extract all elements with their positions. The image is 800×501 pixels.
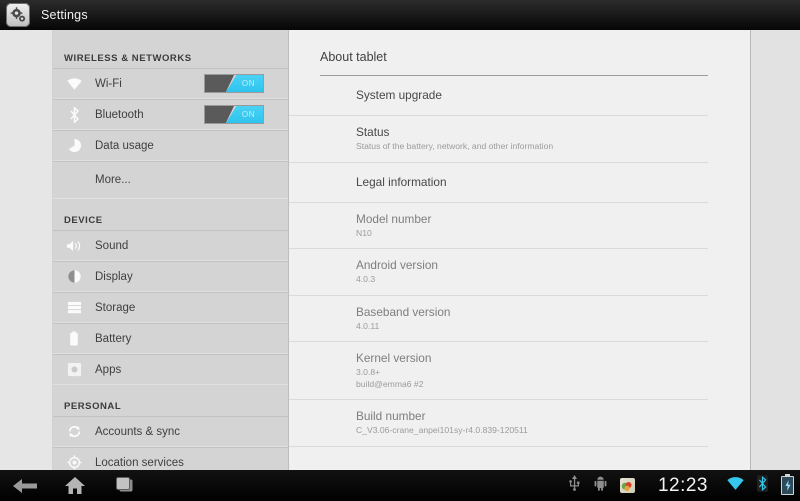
item-value: N10 — [356, 227, 372, 238]
battery-charging-icon — [781, 474, 794, 495]
item-title: Android version — [356, 258, 438, 272]
content-item-status[interactable]: Status Status of the battery, network, a… — [289, 116, 708, 163]
bluetooth-status-icon — [757, 474, 768, 497]
home-icon — [65, 477, 85, 494]
sidebar-section-header-wireless: WIRELESS & NETWORKS — [64, 53, 192, 64]
item-title: Kernel version — [356, 351, 432, 365]
sidebar-item-label: Apps — [95, 363, 122, 376]
item-title: Build number — [356, 409, 426, 423]
sidebar-item-battery[interactable]: Battery — [53, 323, 288, 354]
back-arrow-icon — [13, 478, 37, 493]
wifi-icon — [63, 77, 85, 90]
sidebar-item-label: Wi-Fi — [95, 77, 122, 90]
sidebar-item-label: Bluetooth — [95, 108, 144, 121]
item-title: Status — [356, 125, 390, 139]
content-item-system-upgrade[interactable]: System upgrade — [289, 76, 708, 116]
item-value: 4.0.3 — [356, 274, 376, 284]
sidebar-item-label: Data usage — [95, 139, 154, 152]
sidebar-item-more[interactable]: More... — [53, 161, 288, 199]
bluetooth-icon — [63, 106, 85, 123]
android-settings-screen: Settings WIRELESS & NETWORKS Wi-Fi ON Bl… — [0, 0, 800, 501]
recents-button[interactable] — [100, 470, 150, 501]
data-usage-icon — [63, 138, 85, 153]
usb-icon — [568, 475, 581, 496]
sidebar-item-label: Battery — [95, 332, 132, 345]
sound-icon — [63, 239, 85, 253]
settings-sidebar[interactable]: WIRELESS & NETWORKS Wi-Fi ON Bluetooth O… — [53, 30, 289, 470]
sync-icon — [63, 424, 85, 439]
recent-apps-icon — [116, 477, 133, 492]
sidebar-item-label: Display — [95, 270, 133, 283]
item-title: Baseband version — [356, 304, 451, 319]
sidebar-item-storage[interactable]: Storage — [53, 292, 288, 323]
item-value: C_V3.06-crane_anpei101sy-r4.0.839-120511 — [356, 425, 528, 435]
content-item-build-number: Build number C_V3.06-crane_anpei101sy-r4… — [289, 400, 708, 447]
sidebar-item-label: Accounts & sync — [95, 425, 181, 438]
status-clock: 12:23 — [657, 474, 708, 496]
notification-app-icon[interactable] — [619, 478, 635, 493]
item-title: Model number — [356, 211, 432, 226]
about-tablet-panel: About tablet System upgrade Status Statu… — [289, 30, 750, 470]
sidebar-item-label: Sound — [95, 239, 129, 252]
display-icon — [63, 269, 85, 284]
page-title: About tablet — [320, 50, 387, 64]
system-navigation-bar: 12:23 — [0, 470, 800, 501]
body-area: WIRELESS & NETWORKS Wi-Fi ON Bluetooth O… — [0, 30, 800, 470]
right-gutter — [750, 30, 800, 470]
sidebar-section-header-device: DEVICE — [64, 215, 103, 226]
item-title: System upgrade — [356, 88, 442, 102]
item-value: 4.0.11 — [356, 320, 380, 331]
content-item-baseband-version: Baseband version 4.0.11 — [289, 296, 708, 342]
bluetooth-toggle[interactable]: ON — [205, 106, 263, 123]
sidebar-item-label: More... — [95, 174, 131, 186]
content-item-legal-information[interactable]: Legal information — [289, 163, 708, 203]
sidebar-item-label: Storage — [95, 301, 136, 314]
item-subtitle: Status of the battery, network, and othe… — [356, 141, 554, 151]
app-title: Settings — [41, 8, 88, 22]
content-item-kernel-version: Kernel version 3.0.8+ build@emma6 #2 — [289, 342, 708, 400]
wifi-toggle[interactable]: ON — [205, 75, 263, 92]
content-item-android-version: Android version 4.0.3 — [289, 249, 708, 296]
back-button[interactable] — [0, 470, 50, 501]
location-icon — [63, 455, 85, 470]
wifi-signal-icon — [727, 476, 744, 495]
item-value: 3.0.8+ build@emma6 #2 — [356, 367, 424, 389]
sidebar-item-display[interactable]: Display — [53, 261, 288, 292]
action-bar: Settings — [0, 0, 800, 30]
content-item-model-number: Model number N10 — [289, 203, 708, 249]
status-icon-tray[interactable]: 12:23 — [568, 474, 800, 497]
sidebar-item-apps[interactable]: Apps — [53, 354, 288, 385]
left-gutter — [0, 30, 53, 470]
apps-icon — [63, 362, 85, 377]
android-debug-icon — [594, 476, 607, 496]
sidebar-item-data-usage[interactable]: Data usage — [53, 130, 288, 161]
home-button[interactable] — [50, 470, 100, 501]
sidebar-item-location-services[interactable]: Location services — [53, 447, 288, 470]
sidebar-item-label: Location services — [95, 456, 184, 469]
sidebar-item-bluetooth[interactable]: Bluetooth ON — [53, 99, 288, 130]
sidebar-item-sound[interactable]: Sound — [53, 230, 288, 261]
sidebar-item-wifi[interactable]: Wi-Fi ON — [53, 68, 288, 99]
storage-icon — [63, 301, 85, 314]
battery-icon — [63, 331, 85, 346]
settings-gear-icon[interactable] — [6, 3, 30, 27]
sidebar-item-accounts-sync[interactable]: Accounts & sync — [53, 416, 288, 447]
item-title: Legal information — [356, 174, 447, 189]
sidebar-section-header-personal: PERSONAL — [64, 401, 122, 412]
